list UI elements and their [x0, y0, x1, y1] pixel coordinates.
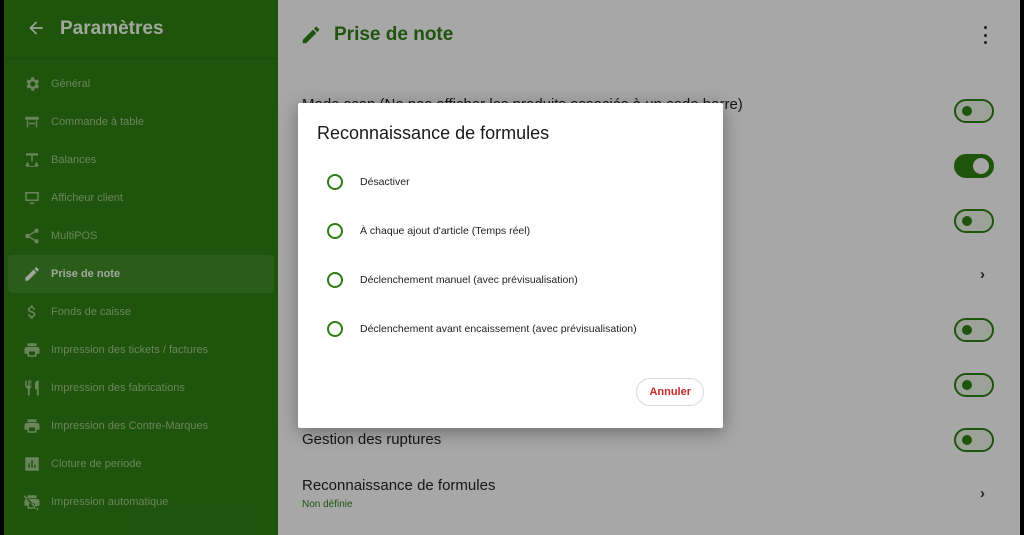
option-avant-encaissement[interactable]: Déclenchement avant encaissement (avec p… — [327, 318, 637, 340]
option-manuel[interactable]: Déclenchement manuel (avec prévisualisat… — [327, 269, 578, 291]
option-label: Déclenchement manuel (avec prévisualisat… — [360, 274, 578, 286]
option-temps-reel[interactable]: À chaque ajout d'article (Temps réel) — [327, 220, 530, 242]
option-desactiver[interactable]: Désactiver — [327, 171, 410, 193]
formules-dialog: Reconnaissance de formules Désactiver À … — [298, 103, 723, 428]
dialog-title: Reconnaissance de formules — [317, 123, 550, 143]
cancel-button[interactable]: Annuler — [636, 378, 704, 406]
radio-button[interactable] — [327, 321, 343, 337]
option-label: À chaque ajout d'article (Temps réel) — [360, 225, 531, 237]
option-label: Déclenchement avant encaissement (avec p… — [360, 323, 637, 335]
app-window: Paramètres Général Commande à table Bala… — [4, 0, 1020, 535]
option-label: Désactiver — [360, 176, 410, 188]
radio-button[interactable] — [327, 272, 343, 288]
radio-button[interactable] — [327, 174, 343, 190]
radio-button[interactable] — [327, 223, 343, 239]
